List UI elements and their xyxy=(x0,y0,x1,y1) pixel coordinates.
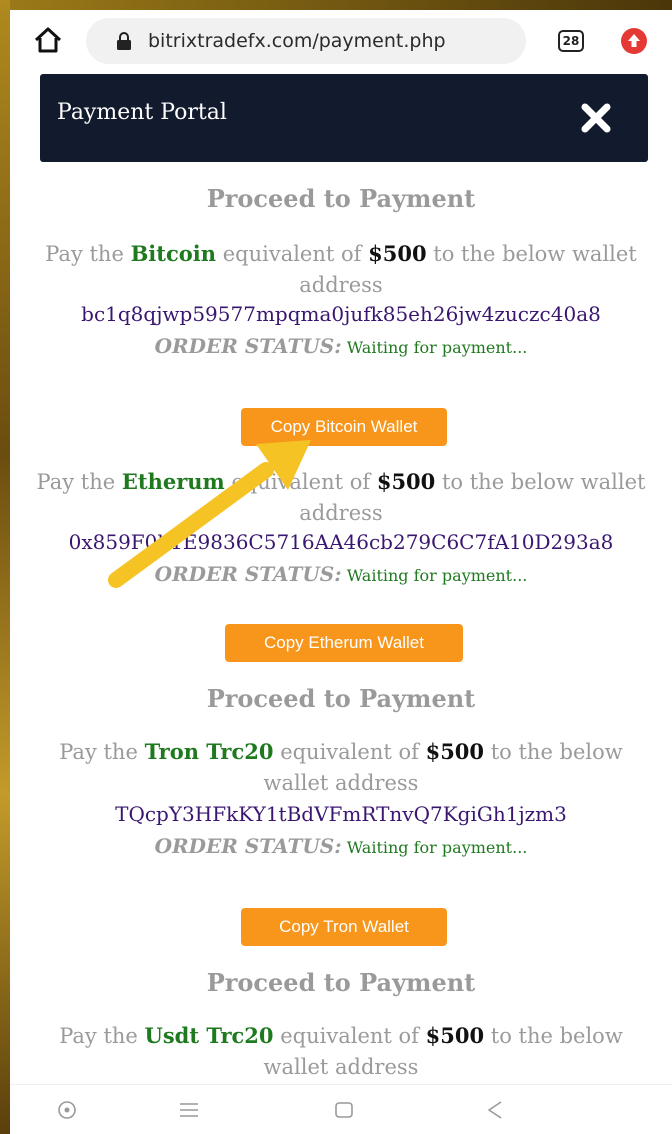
phone-screen: bitrixtradefx.com/payment.php 28 Payment… xyxy=(10,10,672,1134)
pay-prefix: Pay the xyxy=(59,740,138,764)
status-label: ORDER STATUS: xyxy=(154,834,342,858)
arrow-icon xyxy=(108,440,311,588)
pay-mid: equivalent of xyxy=(280,740,419,764)
payment-portal-header: Payment Portal xyxy=(40,74,648,162)
address-bar[interactable]: bitrixtradefx.com/payment.php xyxy=(86,18,526,64)
pay-amount: $500 xyxy=(368,241,427,266)
nav-home-icon[interactable] xyxy=(56,1099,78,1121)
pay-mid: equivalent of xyxy=(280,1024,419,1048)
system-navigation-bar xyxy=(10,1084,672,1134)
order-status: ORDER STATUS: Waiting for payment... xyxy=(10,334,672,358)
pay-amount: $500 xyxy=(376,469,436,494)
coin-name: Usdt Trc20 xyxy=(144,1023,274,1048)
close-icon[interactable] xyxy=(578,100,614,136)
pay-prefix: Pay the xyxy=(59,1024,138,1048)
pay-instruction-usdt: Pay the Usdt Trc20 equivalent of $500 to… xyxy=(30,1020,652,1083)
coin-name: Tron Trc20 xyxy=(144,739,274,764)
device-frame-left xyxy=(0,0,10,1134)
home-icon[interactable] xyxy=(32,24,64,56)
nav-square-icon[interactable] xyxy=(333,1099,355,1121)
tabs-icon[interactable]: 28 xyxy=(558,30,584,52)
pay-mid: equivalent of xyxy=(222,242,362,266)
wallet-address-bitcoin: bc1q8qjwp59577mpqma0jufk85eh26jw4zuczc40… xyxy=(81,302,601,326)
pay-amount: $500 xyxy=(425,739,485,764)
section-heading: Proceed to Payment xyxy=(206,684,476,713)
upload-icon[interactable] xyxy=(620,27,648,55)
order-status: ORDER STATUS: Waiting for payment... xyxy=(10,834,672,858)
section-heading: Proceed to Payment xyxy=(206,968,476,997)
browser-toolbar: bitrixtradefx.com/payment.php 28 xyxy=(10,10,672,74)
nav-menu-icon[interactable] xyxy=(178,1099,200,1121)
coin-name: Bitcoin xyxy=(130,241,217,266)
device-frame-top xyxy=(0,0,672,10)
portal-title: Payment Portal xyxy=(57,100,227,125)
url-text[interactable]: bitrixtradefx.com/payment.php xyxy=(148,30,446,52)
nav-back-icon[interactable] xyxy=(484,1099,506,1121)
lock-icon xyxy=(117,32,131,50)
pay-instruction-tron: Pay the Tron Trc20 equivalent of $500 to… xyxy=(30,736,652,799)
pay-prefix: Pay the xyxy=(45,242,124,266)
copy-etherum-wallet-button[interactable]: Copy Etherum Wallet xyxy=(225,624,463,662)
section-heading: Proceed to Payment xyxy=(206,184,476,213)
pay-instruction-bitcoin: Pay the Bitcoin equivalent of $500 to th… xyxy=(10,238,672,301)
status-label: ORDER STATUS: xyxy=(154,334,342,358)
copy-tron-wallet-button[interactable]: Copy Tron Wallet xyxy=(241,908,447,946)
pay-amount: $500 xyxy=(425,1023,485,1048)
pay-prefix: Pay the xyxy=(36,470,116,494)
status-value: Waiting for payment... xyxy=(346,566,528,585)
status-value: Waiting for payment... xyxy=(346,838,528,857)
wallet-address-tron: TQcpY3HFkKY1tBdVFmRTnvQ7KgiGh1jzm3 xyxy=(115,802,567,826)
status-value: Waiting for payment... xyxy=(346,338,528,357)
